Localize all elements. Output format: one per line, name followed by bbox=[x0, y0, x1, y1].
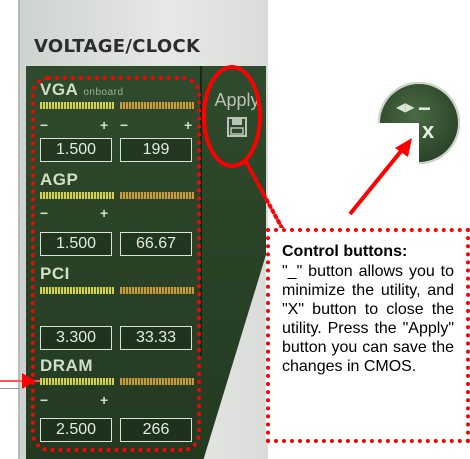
control-notch bbox=[378, 123, 419, 164]
left-gray-rule bbox=[0, 388, 20, 389]
move-arrows-icon[interactable]: ◀▶ bbox=[396, 100, 414, 114]
panel-title: VOLTAGE/CLOCK bbox=[34, 36, 201, 57]
apply-highlight-ellipse bbox=[202, 65, 262, 168]
window-control-cluster: ◀▶ − x bbox=[378, 82, 460, 164]
left-pointer-arrowhead bbox=[22, 373, 36, 389]
control-buttons-callout: Control buttons: "_" button allows you t… bbox=[266, 228, 470, 443]
callout-heading: Control buttons: bbox=[282, 243, 408, 260]
callout-body: "_" button allows you to minimize the ut… bbox=[282, 263, 454, 375]
close-button[interactable]: x bbox=[422, 118, 434, 144]
values-highlight-outline bbox=[31, 76, 201, 452]
